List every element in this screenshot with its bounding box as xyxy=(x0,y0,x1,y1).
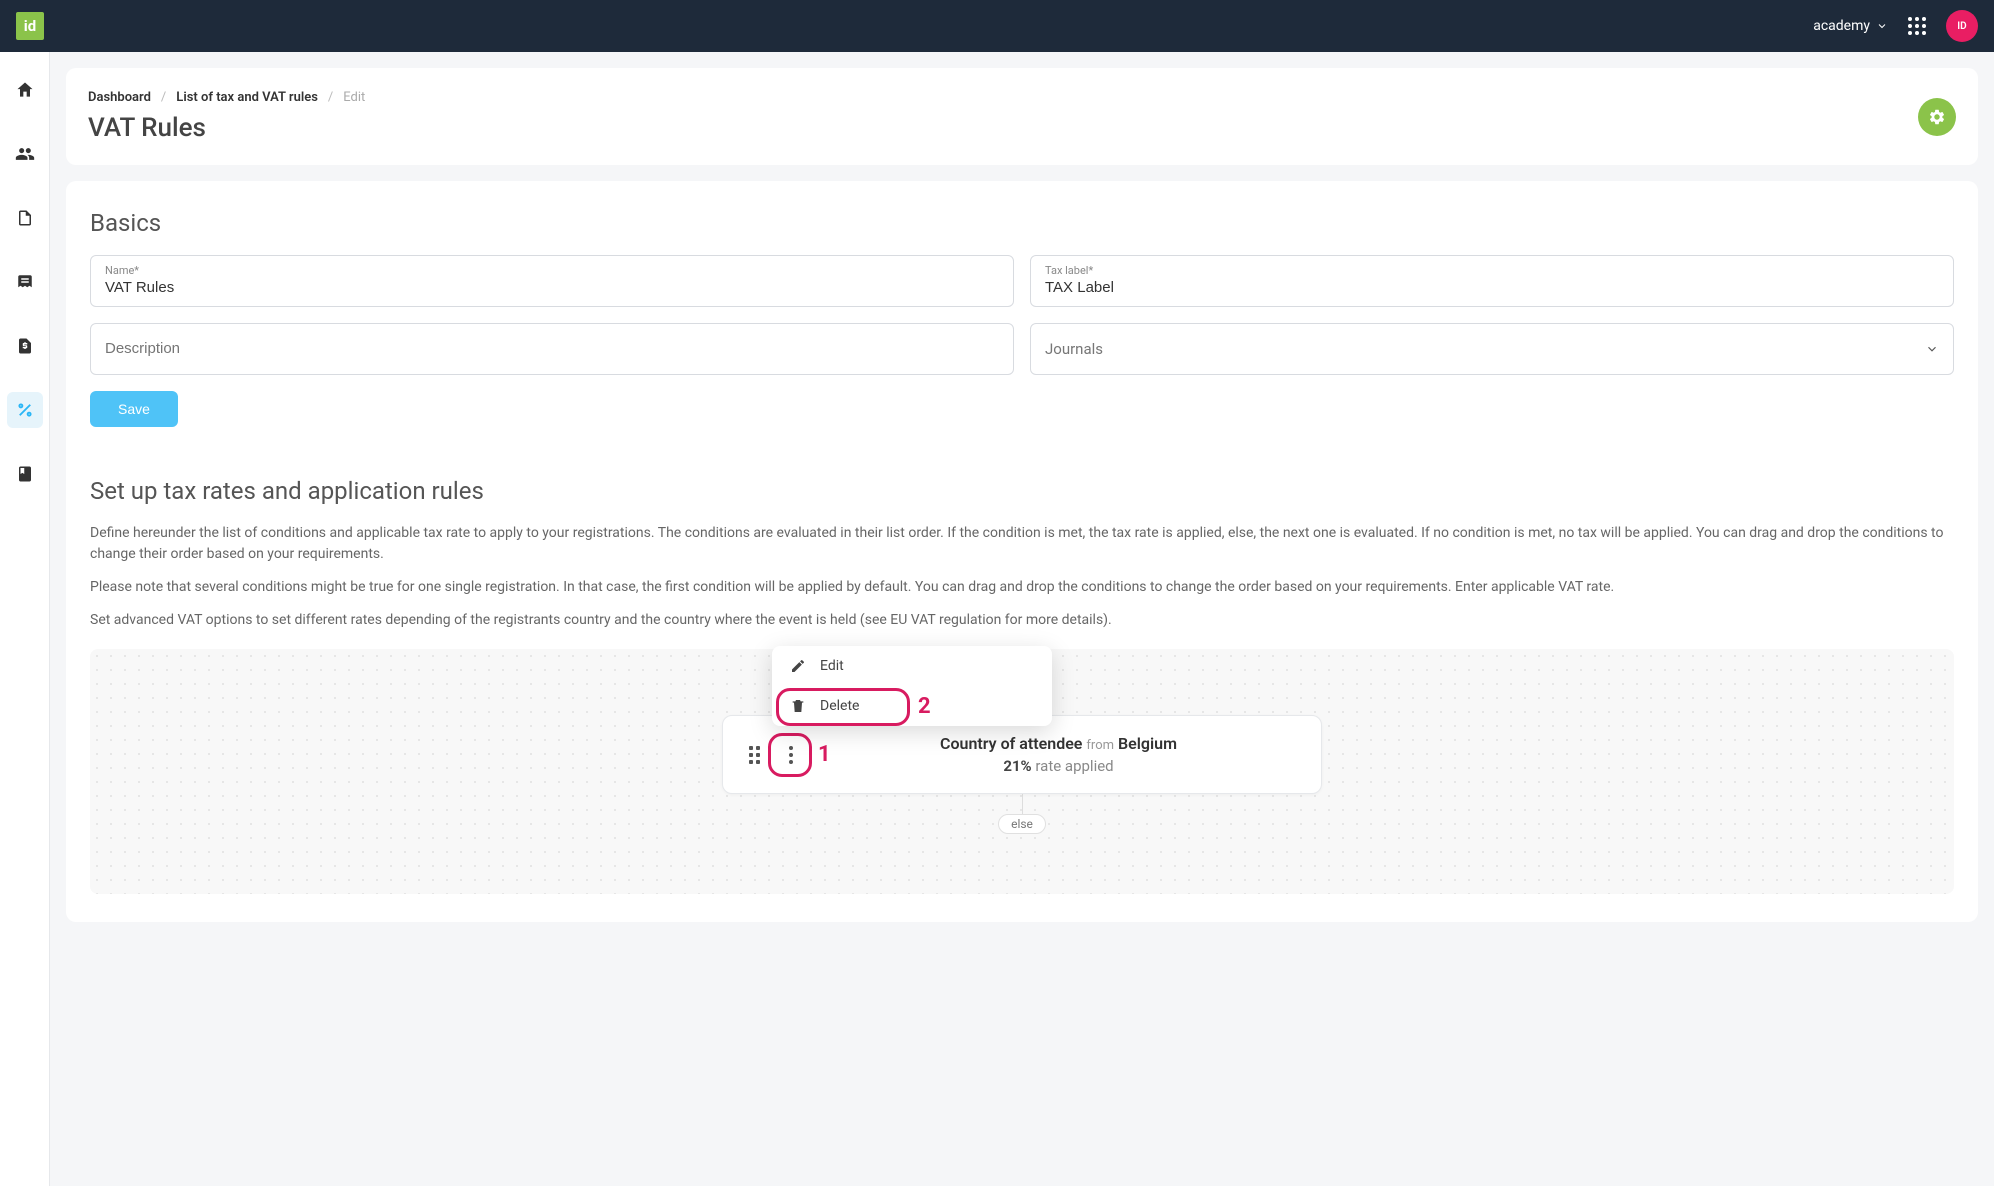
annotation-2: 2 xyxy=(918,694,931,719)
avatar[interactable]: ID xyxy=(1946,10,1978,42)
org-switcher[interactable]: academy xyxy=(1813,18,1888,34)
breadcrumb-current: Edit xyxy=(343,90,365,105)
breadcrumb: Dashboard / List of tax and VAT rules / … xyxy=(88,90,1956,105)
document-icon xyxy=(16,209,34,227)
nav-people[interactable] xyxy=(7,136,43,172)
receipt-icon xyxy=(16,273,34,291)
nav-invoice[interactable] xyxy=(7,328,43,364)
nav-tax[interactable] xyxy=(7,392,43,428)
org-name: academy xyxy=(1813,18,1870,34)
basics-title: Basics xyxy=(90,209,1954,237)
chevron-down-icon xyxy=(1876,20,1888,32)
gear-icon xyxy=(1928,108,1946,126)
people-icon xyxy=(15,144,35,164)
name-label: Name* xyxy=(105,264,999,277)
name-input[interactable] xyxy=(105,279,999,296)
popover-edit-label: Edit xyxy=(820,658,844,674)
nav-doc1[interactable] xyxy=(7,200,43,236)
apps-grid-icon[interactable] xyxy=(1908,17,1926,35)
breadcrumb-list[interactable]: List of tax and VAT rules xyxy=(176,90,318,105)
body-card: Basics Name* Tax label* Journals xyxy=(66,181,1978,922)
book-icon xyxy=(16,465,34,483)
app-logo[interactable]: id xyxy=(16,12,44,40)
rule-card: 1 Edit Delete xyxy=(722,715,1322,794)
else-pill: else xyxy=(998,814,1046,834)
top-bar: id academy ID xyxy=(0,0,1994,52)
rules-para-2: Please note that several conditions migh… xyxy=(90,577,1954,598)
left-nav xyxy=(0,52,50,1186)
description-field[interactable] xyxy=(90,323,1014,375)
nav-book[interactable] xyxy=(7,456,43,492)
taxlabel-field[interactable]: Tax label* xyxy=(1030,255,1954,307)
taxlabel-label: Tax label* xyxy=(1045,264,1939,277)
pencil-icon xyxy=(790,658,806,674)
popover-delete-label: Delete xyxy=(820,698,859,714)
save-button[interactable]: Save xyxy=(90,391,178,427)
invoice-icon xyxy=(16,337,34,355)
page-title: VAT Rules xyxy=(88,113,1956,143)
chevron-down-icon xyxy=(1925,342,1939,356)
kebab-icon xyxy=(789,746,793,764)
rule-menu-button[interactable]: 1 Edit Delete xyxy=(776,740,806,770)
rule-condition: Country of attendee from Belgium xyxy=(822,734,1295,753)
drag-handle-icon[interactable] xyxy=(749,746,760,764)
rules-para-1: Define hereunder the list of conditions … xyxy=(90,523,1954,565)
description-input[interactable] xyxy=(105,340,999,357)
journals-label: Journals xyxy=(1045,340,1103,358)
nav-receipt[interactable] xyxy=(7,264,43,300)
breadcrumb-dashboard[interactable]: Dashboard xyxy=(88,90,151,105)
rule-rate: 21% rate applied xyxy=(822,757,1295,775)
rules-para-3: Set advanced VAT options to set differen… xyxy=(90,610,1954,631)
name-field[interactable]: Name* xyxy=(90,255,1014,307)
journals-field[interactable]: Journals xyxy=(1030,323,1954,375)
nav-home[interactable] xyxy=(7,72,43,108)
taxlabel-input[interactable] xyxy=(1045,279,1939,296)
rule-popover: Edit Delete 2 xyxy=(772,646,1052,726)
page-header-card: Dashboard / List of tax and VAT rules / … xyxy=(66,68,1978,165)
percent-icon xyxy=(16,401,34,419)
settings-button[interactable] xyxy=(1918,98,1956,136)
home-icon xyxy=(15,80,35,100)
rules-title: Set up tax rates and application rules xyxy=(90,477,1954,505)
trash-icon xyxy=(790,698,806,714)
popover-edit[interactable]: Edit xyxy=(772,646,1052,686)
rule-canvas: if 1 Edi xyxy=(90,649,1954,894)
popover-delete[interactable]: Delete 2 xyxy=(772,686,1052,726)
